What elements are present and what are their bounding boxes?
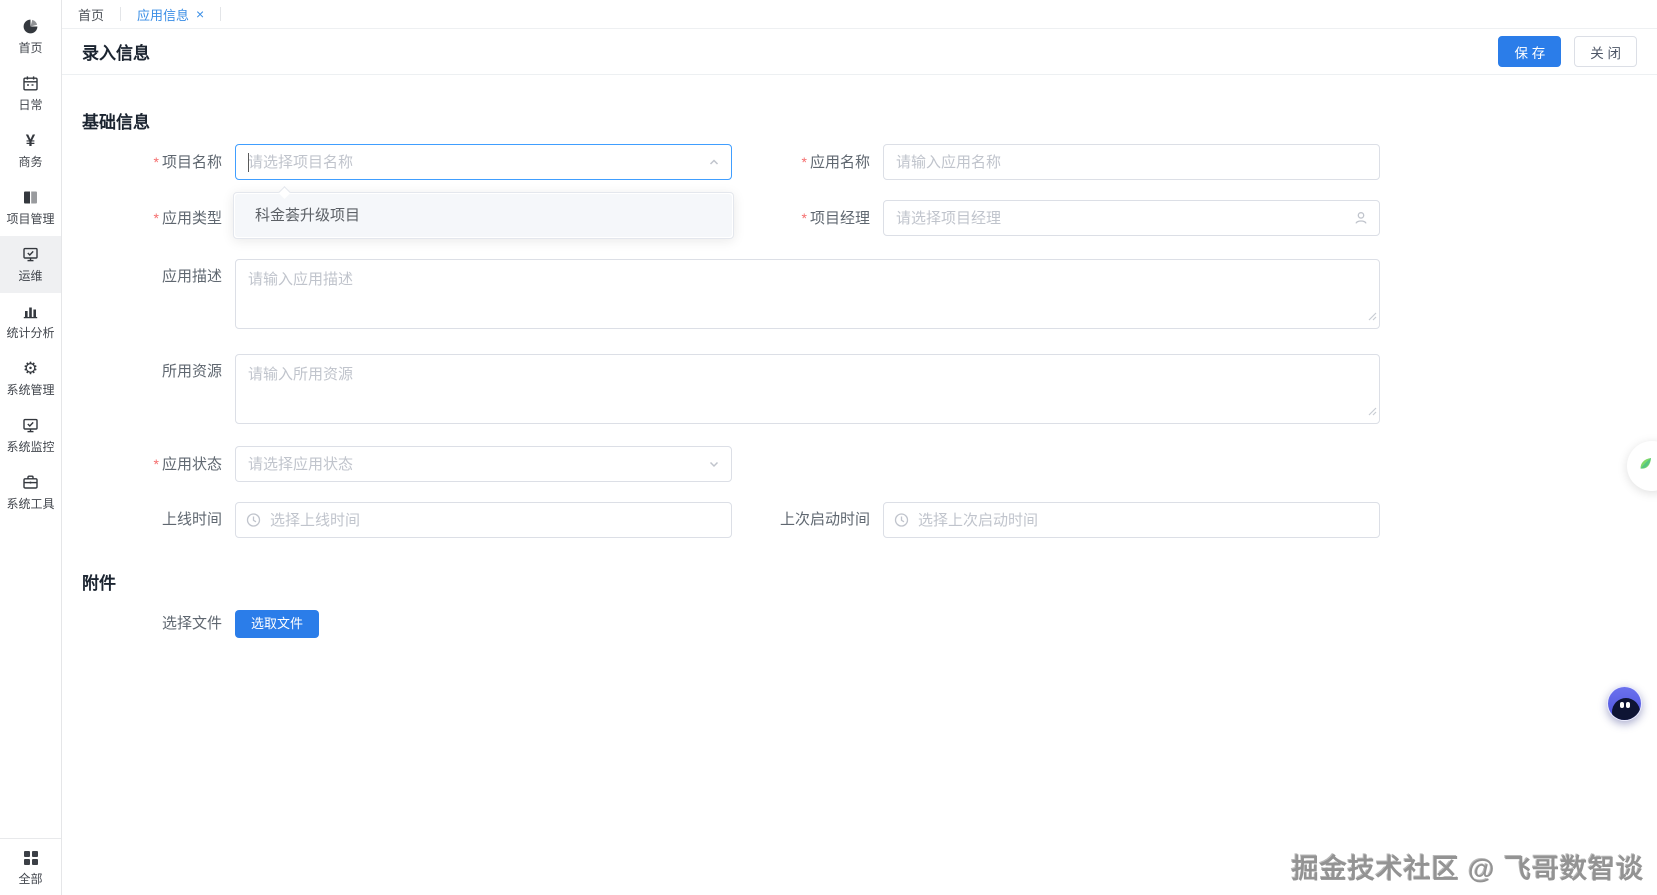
chevron-up-icon[interactable] — [707, 155, 721, 169]
mascot-eye — [1620, 702, 1624, 708]
user-icon[interactable] — [1353, 210, 1369, 226]
online-time-label: 上线时间 — [161, 511, 222, 528]
briefcase-icon — [22, 473, 40, 491]
tab-divider — [220, 7, 222, 21]
sidebar-item-system-mgmt[interactable]: ⚙ 系统管理 — [0, 350, 61, 407]
required-mark: * — [153, 154, 159, 170]
save-button[interactable]: 保 存 — [1498, 36, 1562, 67]
sidebar-item-label: 日常 — [18, 98, 43, 112]
monitor-check-icon — [22, 416, 40, 434]
sidebar-item-label: 系统监控 — [6, 440, 55, 454]
project-manager-input[interactable] — [884, 201, 1379, 235]
choose-file-button[interactable]: 选取文件 — [235, 610, 320, 638]
form-content: 基础信息 *项目名称 *应用名称 *应用类型 *项目经理 — [62, 75, 1657, 895]
app-status-select[interactable] — [235, 446, 732, 482]
sidebar-item-label: 系统工具 — [6, 497, 55, 511]
last-start-time-input[interactable] — [884, 503, 1379, 537]
app-desc-label: 应用描述 — [161, 268, 222, 285]
monitor-check-icon — [22, 245, 40, 263]
page-header: 录入信息 保 存 关 闭 — [62, 29, 1657, 75]
sidebar-item-all[interactable]: 全部 — [0, 838, 61, 895]
clock-icon — [894, 513, 909, 528]
tab-bar: 首页 应用信息 × — [62, 0, 1657, 29]
grid-icon — [22, 849, 40, 866]
tab-app-info[interactable]: 应用信息 × — [121, 0, 220, 28]
sidebar-item-project-mgmt[interactable]: 项目管理 — [0, 179, 61, 236]
required-mark: * — [153, 210, 159, 226]
sidebar-item-label: 项目管理 — [6, 212, 55, 226]
app-desc-field[interactable] — [235, 259, 1380, 329]
last-start-time-picker[interactable] — [883, 502, 1380, 538]
online-time-input[interactable] — [236, 503, 731, 537]
section-title-basic: 基础信息 — [82, 113, 150, 132]
tab-label: 应用信息 — [137, 7, 190, 23]
sidebar-item-label: 商务 — [18, 155, 43, 169]
sidebar: 首页 日常 ¥ 商务 项目管理 运维 统计分析 ⚙ 系统管理 系统监控 系统工具… — [0, 0, 62, 895]
resize-grip-icon[interactable] — [1367, 308, 1377, 326]
project-manager-field[interactable] — [883, 200, 1380, 236]
app-type-label: * 应用类型 — [153, 210, 222, 227]
online-time-picker[interactable] — [235, 502, 732, 538]
leaf-icon — [1635, 453, 1657, 480]
project-manager-label: * 项目经理 — [801, 210, 870, 227]
tab-home[interactable]: 首页 — [62, 0, 120, 28]
sidebar-item-operations[interactable]: 运维 — [0, 236, 61, 293]
required-mark: * — [153, 456, 159, 472]
resources-textarea[interactable] — [236, 355, 1379, 423]
project-name-label: * 项目名称 — [153, 154, 222, 171]
sidebar-item-label: 统计分析 — [6, 326, 55, 340]
yuan-icon: ¥ — [25, 130, 36, 150]
mascot-face — [1612, 698, 1640, 720]
gear-icon: ⚙ — [22, 358, 39, 378]
dashboard-icon — [22, 17, 40, 35]
dropdown-option[interactable]: 科金荟升级项目 — [235, 194, 732, 237]
clock-icon — [246, 513, 261, 528]
close-icon[interactable]: × — [196, 7, 204, 21]
app-name-field[interactable] — [883, 144, 1380, 180]
sidebar-item-label: 运维 — [18, 269, 43, 283]
assistant-mascot-button[interactable] — [1607, 686, 1642, 721]
last-start-time-label: 上次启动时间 — [779, 511, 870, 528]
app-desc-textarea[interactable] — [236, 260, 1379, 328]
sidebar-item-system-tools[interactable]: 系统工具 — [0, 464, 61, 521]
app-status-input[interactable] — [236, 447, 731, 481]
sidebar-item-label: 全部 — [18, 872, 43, 886]
required-mark: * — [801, 210, 807, 226]
sidebar-item-daily[interactable]: 日常 — [0, 65, 61, 122]
sidebar-item-business[interactable]: ¥ 商务 — [0, 122, 61, 179]
sidebar-item-label: 首页 — [18, 41, 43, 55]
app-name-input[interactable] — [884, 145, 1379, 179]
resources-label: 所用资源 — [161, 363, 222, 380]
resources-field[interactable] — [235, 354, 1380, 424]
calendar-icon — [22, 74, 40, 92]
sidebar-item-stats[interactable]: 统计分析 — [0, 293, 61, 350]
sidebar-item-home[interactable]: 首页 — [0, 8, 61, 65]
text-caret — [248, 153, 249, 172]
required-mark: * — [801, 154, 807, 170]
mascot-eye — [1626, 702, 1630, 708]
book-icon — [22, 188, 40, 206]
header-buttons: 保 存 关 闭 — [1498, 36, 1637, 67]
sidebar-item-system-monitor[interactable]: 系统监控 — [0, 407, 61, 464]
app-status-label: * 应用状态 — [153, 456, 222, 473]
project-name-select[interactable] — [235, 144, 732, 180]
chevron-down-icon[interactable] — [707, 457, 721, 471]
resize-grip-icon[interactable] — [1367, 403, 1377, 421]
project-name-input[interactable] — [236, 145, 731, 179]
select-file-label: 选择文件 — [161, 615, 222, 632]
section-title-attachment: 附件 — [82, 574, 116, 593]
bar-chart-icon — [22, 302, 40, 320]
app-name-label: * 应用名称 — [801, 154, 870, 171]
app-window: 首页 日常 ¥ 商务 项目管理 运维 统计分析 ⚙ 系统管理 系统监控 系统工具… — [0, 0, 1657, 895]
tab-label: 首页 — [78, 7, 105, 23]
close-button[interactable]: 关 闭 — [1574, 36, 1637, 67]
project-name-dropdown: 科金荟升级项目 — [233, 186, 734, 239]
page-title: 录入信息 — [82, 44, 150, 63]
watermark-text: 掘金技术社区 @ 飞哥数智谈 — [1291, 854, 1644, 884]
sidebar-item-label: 系统管理 — [6, 383, 55, 397]
